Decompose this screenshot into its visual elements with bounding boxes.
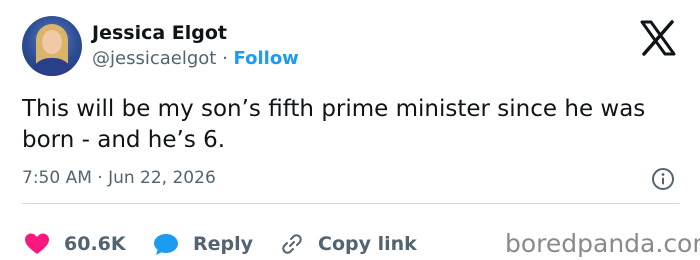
- x-logo-icon[interactable]: [638, 20, 678, 56]
- watermark: boredpanda.com: [505, 229, 700, 258]
- like-button[interactable]: 60.6K: [24, 232, 126, 256]
- author-handle-row: @jessicaelgot · Follow: [92, 48, 299, 70]
- copy-link-label: Copy link: [318, 233, 417, 255]
- author-name[interactable]: Jessica Elgot: [92, 22, 227, 44]
- tweet-text: This will be my son’s fifth prime minist…: [22, 96, 646, 153]
- heart-icon: [25, 233, 49, 254]
- copy-link-button[interactable]: Copy link: [280, 232, 417, 256]
- info-icon[interactable]: [651, 167, 675, 191]
- tweet-timestamp[interactable]: 7:50 AM · Jun 22, 2026: [22, 167, 216, 189]
- handle-separator: ·: [222, 48, 228, 69]
- divider: [22, 203, 680, 204]
- author-handle[interactable]: @jessicaelgot: [92, 48, 216, 69]
- like-count: 60.6K: [64, 233, 126, 255]
- reply-button[interactable]: Reply: [153, 232, 253, 256]
- avatar-face: [42, 30, 62, 54]
- follow-button[interactable]: Follow: [234, 48, 299, 69]
- reply-label: Reply: [193, 233, 254, 255]
- reply-bubble-icon: [154, 234, 178, 255]
- link-icon: [282, 234, 302, 254]
- avatar[interactable]: [22, 16, 82, 76]
